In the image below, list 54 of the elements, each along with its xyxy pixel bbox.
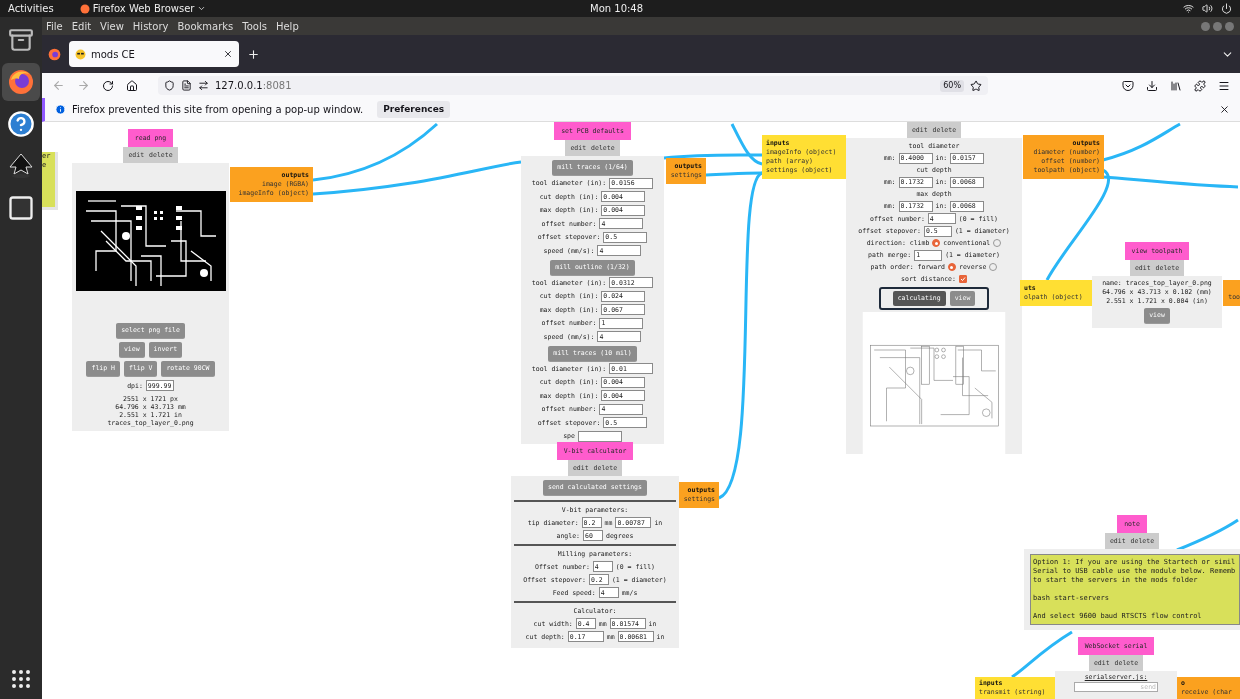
notification-message: Firefox prevented this site from opening a pop-up window. [72,103,364,117]
reload-icon[interactable] [102,79,114,92]
library-icon[interactable] [1170,79,1182,92]
radio-button[interactable] [932,239,941,247]
bookmark-star-icon[interactable] [970,79,982,92]
page-icon [181,80,192,91]
shield-icon [164,80,175,91]
menu-item[interactable]: Bookmarks [177,18,234,34]
preferences-button[interactable]: Preferences [377,100,451,119]
value-field[interactable] [577,430,622,442]
app-grid-icon[interactable] [9,667,33,691]
connection-wire [1176,518,1239,552]
browser-icon [7,68,35,96]
menu-item[interactable]: History [132,18,169,34]
files-icon [8,27,34,53]
browser-icon[interactable] [48,47,61,61]
app-menu[interactable]: Firefox Web Browser [79,1,207,16]
close-button[interactable] [1225,21,1234,31]
menu-item[interactable]: Help [275,18,299,34]
radio-button[interactable] [947,263,956,271]
extensions-icon[interactable] [1194,79,1206,92]
home-icon[interactable] [126,79,138,92]
help-icon [7,110,35,138]
connection-wire [1011,630,1073,679]
menu-item[interactable]: View [100,18,124,34]
menu-icon[interactable] [1218,79,1230,92]
url-text: 127.0.0.1:8081 [215,79,292,93]
menu-item[interactable]: Edit [71,18,92,34]
checkbox[interactable] [958,274,967,283]
wifi-icon[interactable] [1183,3,1194,14]
browser-tab[interactable]: mods CE [69,41,239,67]
address-field[interactable]: 127.0.0.1:8081 60% [158,76,988,95]
new-tab-icon[interactable] [247,47,260,61]
close-icon[interactable] [1219,104,1230,115]
smiley-icon [75,48,86,60]
minimize-button[interactable] [1201,21,1210,31]
dock-item[interactable] [2,63,40,101]
download-icon[interactable] [1146,79,1158,92]
close-icon[interactable] [223,49,233,59]
caret-icon [197,4,207,13]
vector-app-icon [7,152,35,180]
browser-icon [79,3,90,14]
tab-title: mods CE [91,47,135,62]
info-icon [55,104,66,115]
power-icon[interactable] [1221,3,1232,14]
zoom-level[interactable]: 60% [940,79,964,92]
volume-icon[interactable] [1202,3,1213,14]
permissions-icon [198,80,209,91]
activities-button[interactable]: Activities [8,1,54,16]
maximize-button[interactable] [1213,21,1222,31]
menu-item[interactable]: Tools [242,18,267,34]
pocket-icon[interactable] [1122,79,1134,92]
menu-item[interactable]: File [46,18,63,34]
clock[interactable]: Mon 10:48 [590,1,644,16]
